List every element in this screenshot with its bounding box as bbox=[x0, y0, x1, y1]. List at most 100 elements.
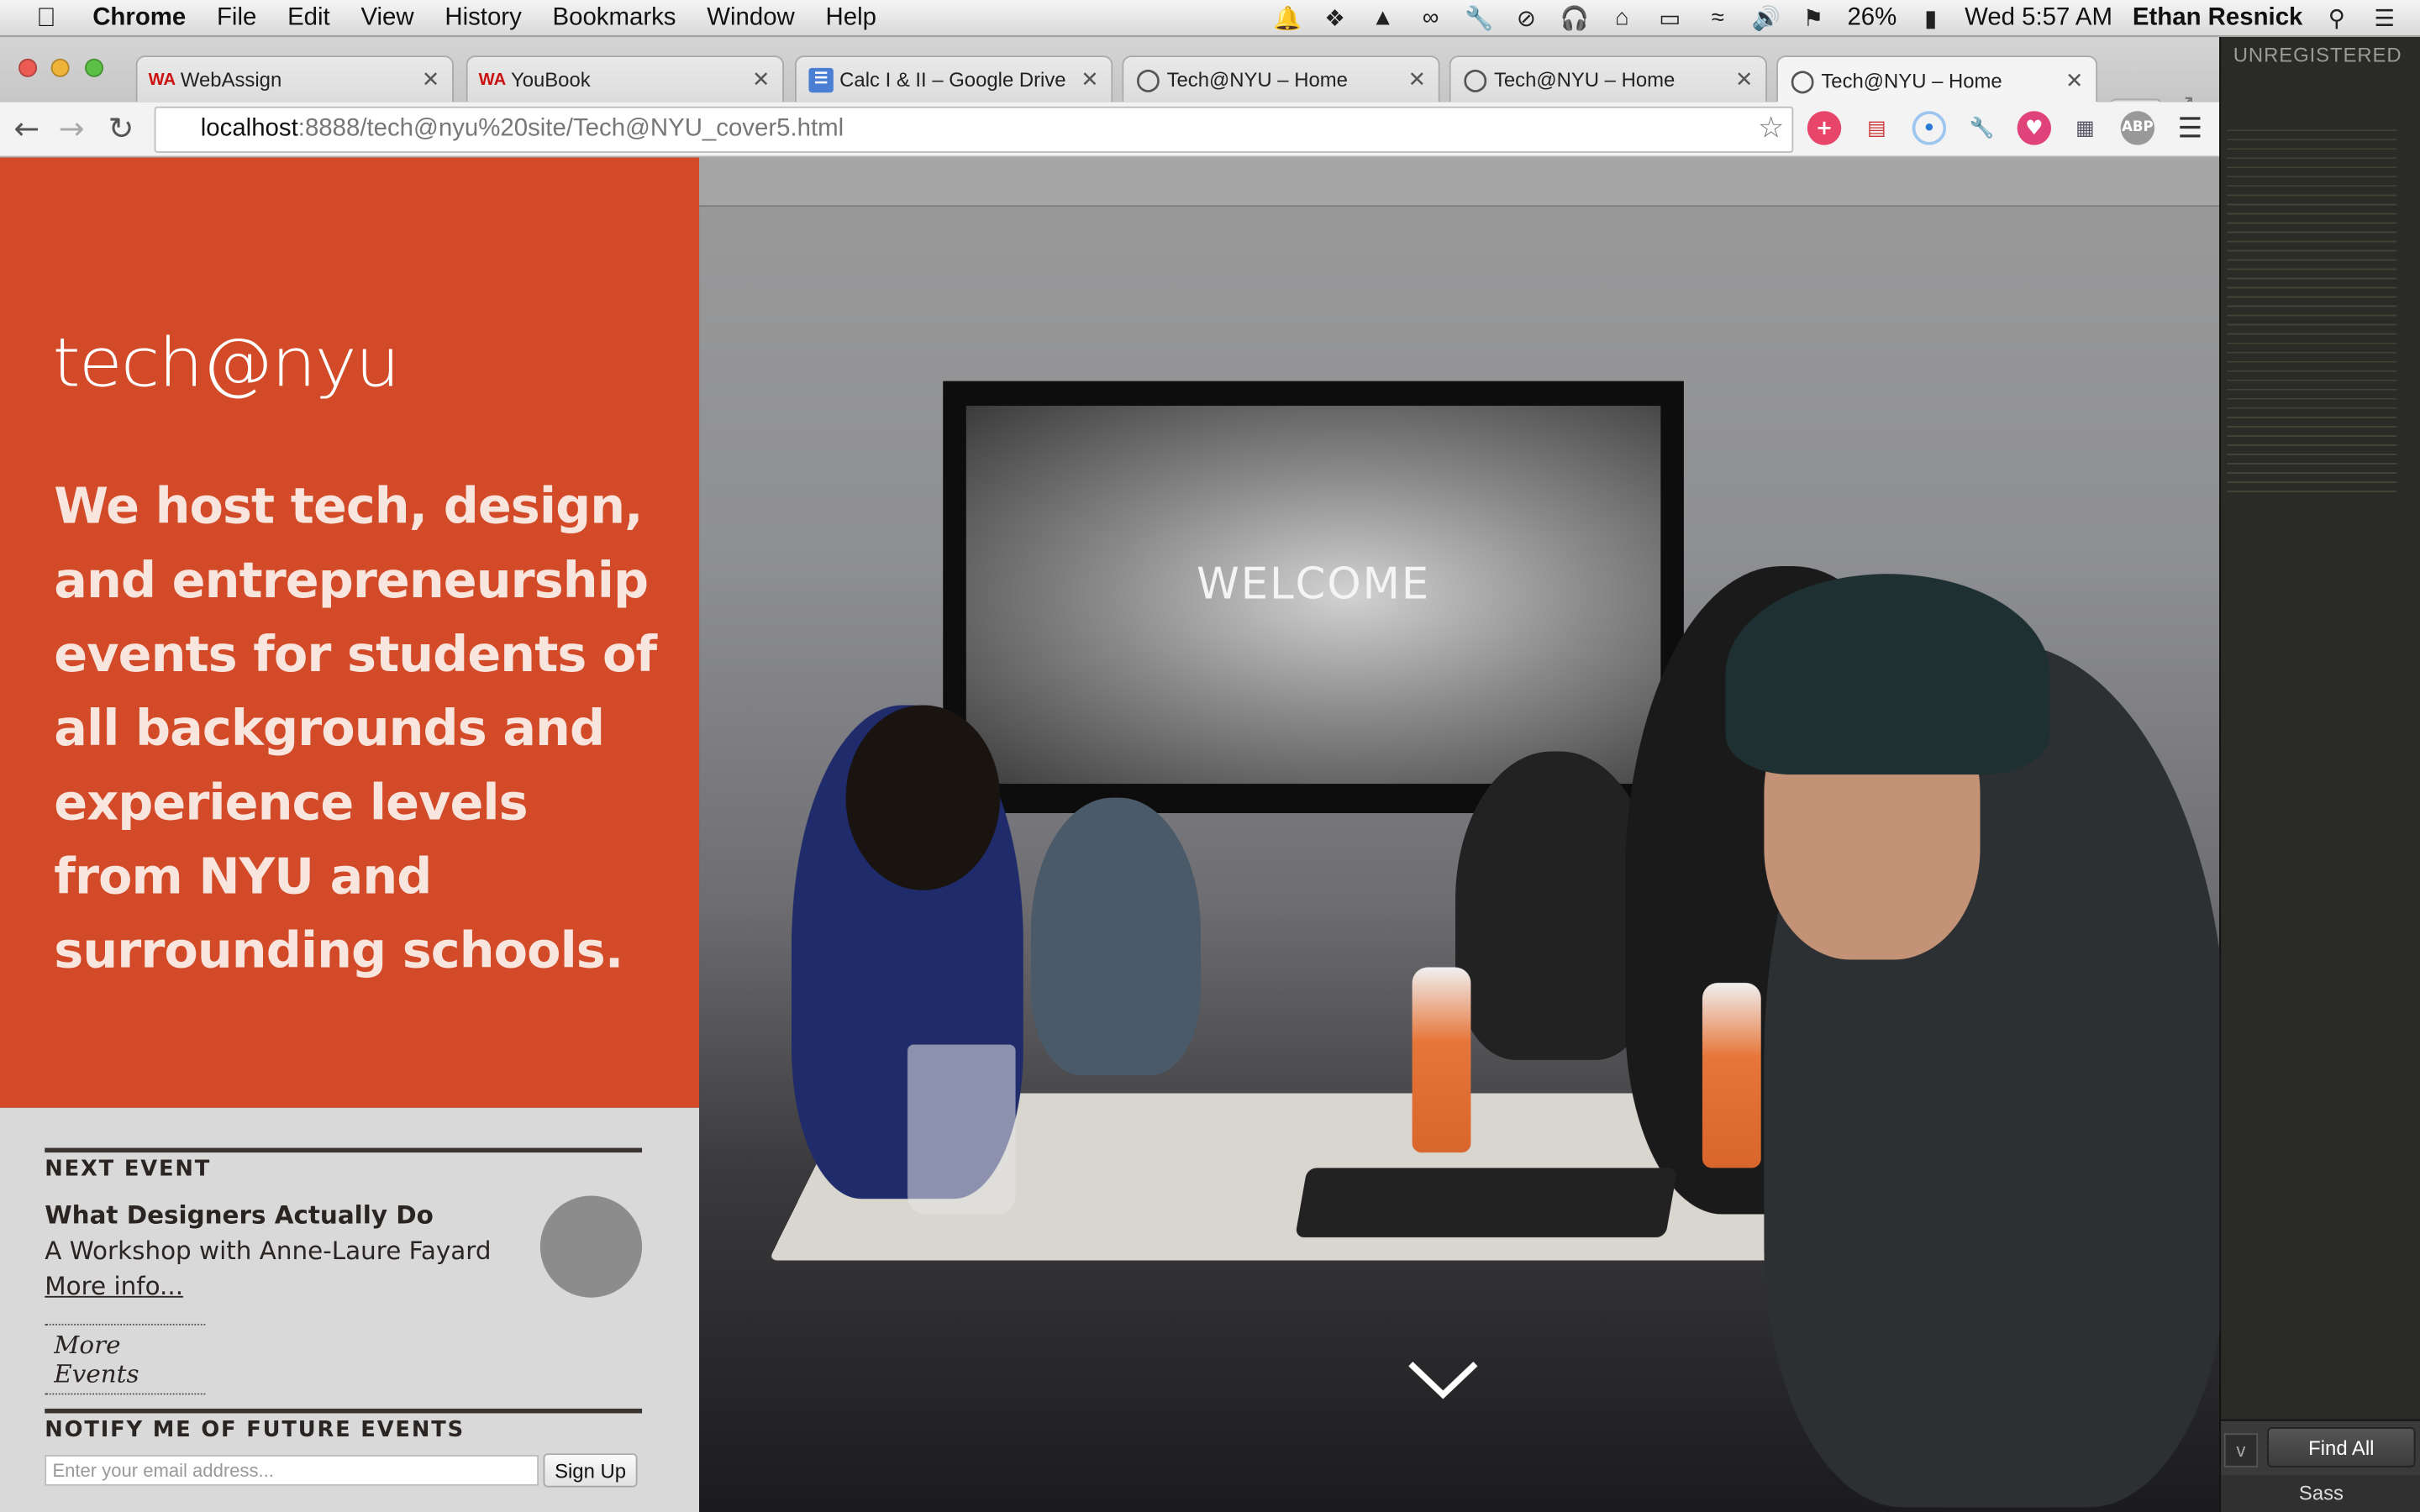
menu-window[interactable]: Window bbox=[707, 4, 795, 32]
creative-cloud-icon[interactable]: ∞ bbox=[1417, 5, 1444, 31]
event-avatar bbox=[539, 1195, 643, 1298]
tab-label: Calc I & II – Google Drive bbox=[839, 67, 1066, 92]
user-name[interactable]: Ethan Resnick bbox=[2133, 4, 2303, 32]
tab-technyu-2[interactable]: ◯ Tech@NYU – Home ✕ bbox=[1449, 55, 1768, 102]
volume-icon[interactable]: 🔊 bbox=[1752, 4, 1781, 31]
plastic-cup bbox=[908, 1044, 1016, 1215]
target-extension-icon[interactable]: • bbox=[1912, 111, 1947, 145]
airplay-icon[interactable]: ▭ bbox=[1656, 4, 1684, 31]
home-icon[interactable]: ⌂ bbox=[1608, 5, 1636, 31]
status-area: 🔔 ❖ ▲ ∞ 🔧 ⊘ 🎧 ⌂ ▭ ≈ 🔊 ⚑ 26% ▮ Wed 5:57 A… bbox=[1273, 4, 2420, 32]
more-info-link[interactable]: More info... bbox=[45, 1271, 183, 1300]
sign-up-button[interactable]: Sign Up bbox=[543, 1453, 638, 1488]
app-menu[interactable]: Chrome bbox=[92, 4, 186, 32]
address-bar[interactable]: localhost:8888/tech@nyu%20site/Tech@NYU_… bbox=[154, 106, 1794, 153]
tab-label: Tech@NYU – Home bbox=[1821, 68, 2002, 92]
reload-icon[interactable]: ↻ bbox=[108, 109, 134, 146]
globe-icon: ◯ bbox=[1463, 66, 1488, 92]
find-option-button[interactable]: v bbox=[2223, 1433, 2259, 1467]
email-field[interactable] bbox=[45, 1455, 539, 1486]
chart-extension-icon[interactable]: ▤ bbox=[1860, 111, 1893, 144]
close-window-button[interactable] bbox=[18, 58, 38, 77]
forward-arrow-icon[interactable]: → bbox=[59, 109, 85, 146]
close-icon[interactable]: ✕ bbox=[1081, 66, 1099, 92]
find-all-button[interactable]: Find All bbox=[2267, 1426, 2416, 1467]
google-drive-status-icon[interactable]: ▲ bbox=[1369, 5, 1397, 31]
spotlight-search-icon[interactable]: ⚲ bbox=[2323, 4, 2350, 31]
section-divider bbox=[45, 1147, 643, 1153]
event-subtitle: A Workshop with Anne-Laure Fayard bbox=[45, 1236, 492, 1266]
hamburger-menu-icon[interactable]: ☰ bbox=[2173, 111, 2207, 144]
dropbox-icon[interactable]: ❖ bbox=[1321, 4, 1349, 31]
tab-technyu-1[interactable]: ◯ Tech@NYU – Home ✕ bbox=[1122, 55, 1440, 102]
tab-technyu-active[interactable]: ◯ Tech@NYU – Home ✕ bbox=[1776, 55, 2098, 104]
notification-center-icon[interactable]: ☰ bbox=[2370, 4, 2398, 31]
zoom-window-button[interactable] bbox=[85, 58, 104, 77]
technyu-logo[interactable]: tech@nyu bbox=[52, 321, 400, 404]
laptop bbox=[1295, 1168, 1678, 1238]
tab-youbook[interactable]: WA YouBook ✕ bbox=[466, 55, 785, 102]
close-icon[interactable]: ✕ bbox=[1408, 66, 1427, 92]
battery-percent[interactable]: 26% bbox=[1847, 4, 1897, 32]
find-bar: v Find All bbox=[2221, 1419, 2420, 1475]
tab-label: Tech@NYU – Home bbox=[1166, 67, 1348, 92]
menu-edit[interactable]: Edit bbox=[287, 4, 330, 32]
wifi-icon[interactable]: ≈ bbox=[1704, 5, 1732, 31]
event-title: What Designers Actually Do bbox=[45, 1200, 434, 1230]
tab-label: YouBook bbox=[510, 67, 591, 92]
tab-google-drive[interactable]: ☰ Calc I & II – Google Drive ✕ bbox=[794, 55, 1113, 102]
unregistered-label: UNREGISTERED bbox=[2233, 43, 2402, 66]
ceiling bbox=[699, 157, 2220, 207]
next-event-heading: NEXT EVENT bbox=[45, 1157, 212, 1182]
notification-bell-icon[interactable]: 🔔 bbox=[1273, 4, 1302, 31]
sync-icon[interactable]: ⊘ bbox=[1512, 4, 1540, 31]
menu-file[interactable]: File bbox=[217, 4, 256, 32]
tab-label: Tech@NYU – Home bbox=[1493, 67, 1676, 92]
welcome-text: WELCOME bbox=[1196, 558, 1431, 610]
back-arrow-icon[interactable]: ← bbox=[14, 109, 40, 146]
browser-toolbar: ← → ↻ localhost:8888/tech@nyu%20site/Tec… bbox=[0, 102, 2220, 158]
section-divider bbox=[45, 1408, 643, 1414]
projector-screen: WELCOME bbox=[943, 381, 1684, 813]
menu-history[interactable]: History bbox=[445, 4, 521, 32]
bookmark-star-icon[interactable]: ☆ bbox=[1758, 108, 1784, 151]
more-events-link[interactable]: More Events bbox=[45, 1323, 206, 1395]
stack-extension-icon[interactable]: ▦ bbox=[2068, 111, 2102, 144]
clock[interactable]: Wed 5:57 AM bbox=[1965, 4, 2112, 32]
chevron-down-icon[interactable] bbox=[1407, 1346, 1478, 1416]
wrench-extension-icon[interactable]: 🔧 bbox=[1965, 111, 1998, 144]
minimize-window-button[interactable] bbox=[50, 58, 70, 77]
close-icon[interactable]: ✕ bbox=[752, 66, 771, 92]
globe-icon: ◯ bbox=[1136, 66, 1160, 92]
person bbox=[1030, 797, 1201, 1076]
juice-bottle bbox=[1412, 967, 1471, 1153]
projector-image: WELCOME bbox=[965, 406, 1661, 785]
person-head bbox=[845, 705, 1001, 890]
web-page: tech@nyu We host tech, design, and entre… bbox=[0, 157, 2220, 1512]
google-drive-icon: ☰ bbox=[808, 66, 834, 92]
url-host: localhost bbox=[200, 115, 298, 142]
close-icon[interactable]: ✕ bbox=[422, 66, 440, 92]
pink-extension-icon[interactable]: ♥ bbox=[2017, 111, 2052, 145]
close-icon[interactable]: ✕ bbox=[1735, 66, 1754, 92]
apple-icon[interactable]:  bbox=[0, 3, 92, 34]
menu-view[interactable]: View bbox=[360, 4, 413, 32]
menu-help[interactable]: Help bbox=[826, 4, 876, 32]
battery-icon[interactable]: ▮ bbox=[1917, 4, 1944, 31]
adblock-plus-icon[interactable]: ABP bbox=[2120, 111, 2155, 145]
events-panel: NEXT EVENT What Designers Actually Do A … bbox=[0, 1107, 700, 1512]
beanie bbox=[1725, 574, 2050, 775]
tab-label: WebAssign bbox=[180, 67, 282, 92]
logo-text: tech@nyu bbox=[52, 323, 400, 402]
tab-webassign[interactable]: WA WebAssign ✕ bbox=[135, 55, 455, 102]
add-extension-icon[interactable]: + bbox=[1807, 111, 1842, 145]
headphones-icon[interactable]: 🎧 bbox=[1560, 4, 1589, 31]
us-flag-icon[interactable]: ⚑ bbox=[1800, 4, 1828, 31]
juice-bottle bbox=[1702, 983, 1761, 1168]
menu-bookmarks[interactable]: Bookmarks bbox=[553, 4, 676, 32]
close-icon[interactable]: ✕ bbox=[2065, 67, 2084, 93]
wrench-icon[interactable]: 🔧 bbox=[1465, 4, 1493, 31]
url-path: :8888/tech@nyu%20site/Tech@NYU_cover5.ht… bbox=[297, 115, 844, 142]
syntax-status[interactable]: Sass bbox=[2221, 1474, 2420, 1512]
notify-heading: NOTIFY ME OF FUTURE EVENTS bbox=[45, 1417, 465, 1443]
